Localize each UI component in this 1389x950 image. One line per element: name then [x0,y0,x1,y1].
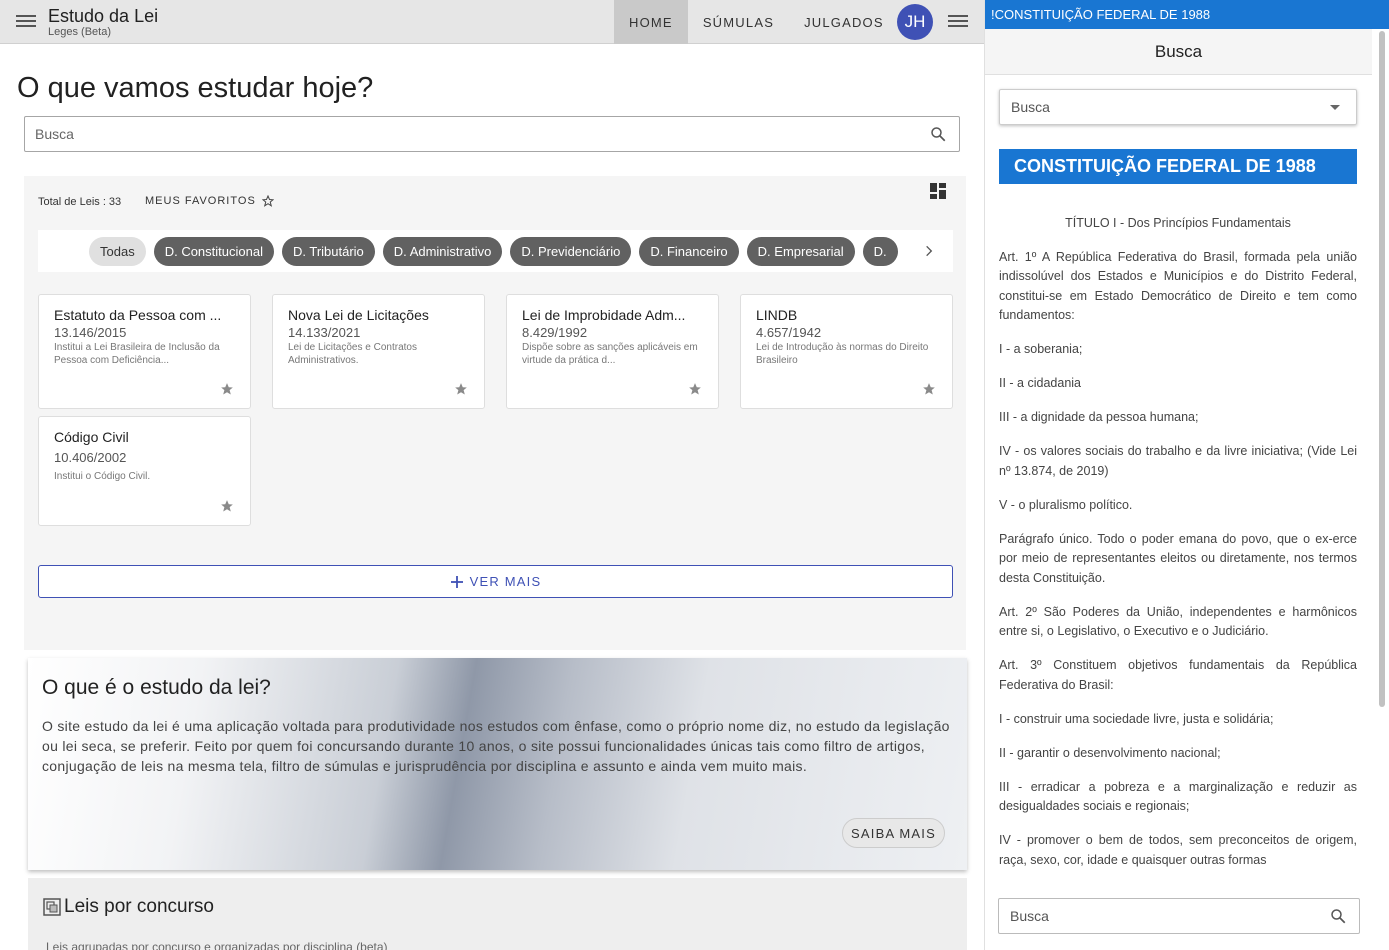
brand[interactable]: Estudo da Lei Leges (Beta) [48,6,158,38]
selection-icon [43,898,61,916]
law-paragraph: V - o pluralismo político. [999,497,1133,512]
dashboard-icon[interactable] [930,183,946,199]
concurso-heading: Leis por concurso [42,896,214,918]
star-icon[interactable] [220,499,234,513]
star-icon[interactable] [220,382,234,396]
lei-number: 4.657/1942 [756,325,822,340]
star-icon[interactable] [688,382,702,396]
lei-title: Lei de Improbidade Adm... [522,307,686,323]
lei-card[interactable]: Lei de Improbidade Adm... 8.429/1992 Dis… [506,294,719,409]
lei-number: 13.146/2015 [54,325,127,340]
law-paragraph: III - a dignidade da pessoa humana; [999,410,1199,424]
lei-description: Institui o Código Civil. [54,471,151,482]
lei-description: Dispõe sobre as sanções aplicáveis em vi… [522,342,698,366]
law-paragraph: I - construir uma sociedade livre, justa… [999,711,1274,726]
chip-tributario[interactable]: D. Tributário [281,237,375,266]
law-banner: CONSTITUIÇÃO FEDERAL DE 1988 [999,149,1357,184]
chip-administrativo[interactable]: D. Administrativo [382,237,503,266]
chip-constitucional[interactable]: D. Constitucional [153,237,274,266]
app-subtitle: Leges (Beta) [48,26,111,38]
menu-right-icon[interactable] [948,12,968,32]
favoritos-label: MEUS FAVORITOS [145,195,256,207]
law-text: TÍTULO I - Dos Princípios Fundamentais A… [999,214,1357,885]
star-icon[interactable] [922,382,936,396]
concurso-title: Leis por concurso [64,896,214,917]
lei-title: Estatuto da Pessoa com ... [54,307,222,323]
lei-title: Nova Lei de Licitações [288,307,429,323]
lei-card[interactable]: Estatuto da Pessoa com ... 13.146/2015 I… [38,294,251,409]
reader-search-input[interactable] [999,899,1319,933]
chevron-right-icon[interactable] [905,230,953,272]
lei-title: Código Civil [54,429,129,445]
concurso-subtitle: Leis agrupadas por concurso e organizada… [46,940,388,950]
law-paragraph: Art. 3º Constituem objetivos fundamentai… [999,658,1357,692]
lei-description: Institui a Lei Brasileira de Inclusão da… [54,342,220,366]
main-pane: Estudo da Lei Leges (Beta) HOME SÚMULAS … [0,0,984,950]
lei-card[interactable]: Nova Lei de Licitações 14.133/2021 Lei d… [272,294,485,409]
lei-description: Lei de Introdução às normas do Direito B… [756,342,929,366]
law-paragraph: Art. 1º A República Federativa do Brasil… [999,249,1357,323]
total-leis: Total de Leis : 33 [38,196,122,208]
favoritos-button[interactable]: MEUS FAVORITOS [145,195,274,207]
titulo-heading: TÍTULO I - Dos Princípios Fundamentais [1065,216,1291,230]
search-icon[interactable] [1329,907,1347,925]
law-paragraph: Parágrafo único. Todo o poder emana do p… [999,531,1357,585]
estudo-text: O site estudo da lei é uma aplicação vol… [42,718,950,774]
avatar[interactable]: JH [897,4,933,40]
law-paragraph: IV - promover o bem de todos, sem precon… [999,833,1357,867]
reader-top-title: !CONSTITUIÇÃO FEDERAL DE 1988 [985,0,1389,29]
chip-financeiro[interactable]: D. Financeiro [639,237,739,266]
nav-sumulas[interactable]: SÚMULAS [688,0,789,44]
chip-more[interactable]: D. [862,237,898,266]
reader-select[interactable]: Busca [999,89,1357,125]
reader-search [998,898,1360,934]
chip-todas[interactable]: Todas [89,237,146,266]
search-icon[interactable] [929,125,947,143]
law-paragraph: I - a soberania; [999,342,1083,356]
law-paragraph: Art. 2º São Poderes da União, independen… [999,604,1357,639]
main-search-input[interactable] [25,117,905,151]
law-paragraph: II - garantir o desenvolvimento nacional… [999,745,1221,760]
lei-number: 14.133/2021 [288,325,361,340]
ver-mais-button[interactable]: VER MAIS [38,565,953,598]
discipline-chips: Todas D. Constitucional D. Tributário D.… [38,230,953,272]
estudo-title: O que é o estudo da lei? [42,676,271,699]
lei-number: 8.429/1992 [522,325,588,340]
nav-home[interactable]: HOME [614,0,688,44]
menu-icon[interactable] [16,12,36,32]
app-title: Estudo da Lei [48,6,159,26]
reader-select-value: Busca [1011,99,1050,115]
reader-scrollbar[interactable] [1379,31,1385,707]
lei-description: Lei de Licitações e Contratos Administra… [288,342,417,366]
law-reader-pane: !CONSTITUIÇÃO FEDERAL DE 1988 Busca Busc… [984,0,1389,950]
plus-icon [450,575,463,588]
ver-mais-label: VER MAIS [469,574,542,589]
law-paragraph: III - erradicar a pobreza e a marginaliz… [999,779,1357,814]
dropdown-arrow-icon [1330,105,1340,110]
estudo-card: O que é o estudo da lei? O site estudo d… [28,658,967,870]
law-paragraph: II - a cidadania [999,376,1081,390]
page-title: O que vamos estudar hoje? [17,72,374,104]
lei-number: 10.406/2002 [54,450,127,465]
app-bar: Estudo da Lei Leges (Beta) HOME SÚMULAS … [0,0,984,44]
lei-title: LINDB [756,307,798,323]
reader-header: Busca [985,29,1372,75]
star-outline-icon [261,195,274,207]
top-nav: HOME SÚMULAS JULGADOS [614,0,899,44]
star-icon[interactable] [454,382,468,396]
leis-panel: Total de Leis : 33 MEUS FAVORITOS Todas … [24,176,966,650]
lei-card[interactable]: LINDB 4.657/1942 Lei de Introdução às no… [740,294,953,409]
law-paragraph: IV - os valores sociais do trabalho e da… [999,444,1357,478]
concurso-section: Leis por concurso Leis agrupadas por con… [28,878,967,950]
nav-julgados[interactable]: JULGADOS [789,0,899,44]
saiba-mais-button[interactable]: SAIBA MAIS [842,818,945,848]
main-search [24,116,960,152]
lei-card[interactable]: Código Civil 10.406/2002 Institui o Códi… [38,416,251,526]
chip-previdenciario[interactable]: D. Previdenciário [510,237,632,266]
chip-empresarial[interactable]: D. Empresarial [746,237,855,266]
